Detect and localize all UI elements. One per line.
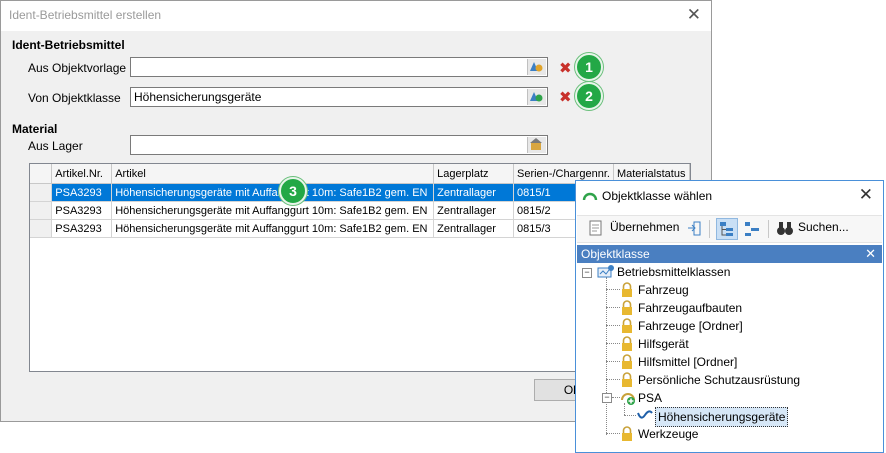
- grid-rowheader-corner: [30, 164, 53, 184]
- lock-icon: [620, 354, 634, 370]
- clear-objektvorlage-icon[interactable]: ✖: [559, 61, 572, 76]
- wave-class-icon: [637, 409, 653, 424]
- cell-artikel: Höhensicherungsgeräte mit Auffanggurt 10…: [111, 219, 435, 238]
- objektklasse-popup: Objektklasse wählen ✕ Übernehmen Suchen.…: [575, 180, 884, 453]
- lock-icon: [620, 300, 634, 316]
- tree-item-hilfsgeraet[interactable]: Hilfsgerät: [638, 335, 689, 353]
- row-selector[interactable]: [30, 183, 53, 202]
- arc-icon: [582, 189, 598, 206]
- lager-pick-button[interactable]: [527, 137, 546, 153]
- dialog-close-button[interactable]: ✕: [687, 5, 701, 25]
- tree-line: [606, 379, 620, 380]
- tree-line: [606, 343, 620, 344]
- shapes-icon: [530, 92, 543, 102]
- tree-line: [606, 289, 620, 290]
- lock-icon: [620, 282, 634, 298]
- lager-field[interactable]: [130, 135, 548, 155]
- dialog-titlebar: Ident-Betriebsmittel erstellen ✕: [1, 1, 711, 31]
- popup-toolbar: Übernehmen Suchen...: [577, 215, 882, 243]
- lock-icon: [620, 372, 634, 388]
- cell-lagerplatz: Zentrallager: [433, 183, 514, 202]
- cell-artikel: Höhensicherungsgeräte mit Auffanggurt 10…: [111, 183, 435, 202]
- objektvorlage-pick-button[interactable]: [527, 59, 546, 75]
- cell-artikelnr: PSA3293: [51, 183, 113, 202]
- toolbar-separator: [768, 220, 769, 238]
- warehouse-icon: [530, 138, 542, 150]
- cell-lagerplatz: Zentrallager: [433, 219, 514, 238]
- cell-artikelnr: PSA3293: [51, 219, 113, 238]
- tree-line: [612, 397, 620, 398]
- tree-view-toggle-icon[interactable]: [716, 218, 738, 240]
- objektklasse-label: Von Objektklasse: [28, 91, 121, 105]
- column-header-artikelnr[interactable]: Artikel.Nr.: [51, 164, 113, 184]
- step-badge-2: 2: [575, 82, 603, 110]
- popup-title: Objektklasse wählen: [602, 189, 713, 203]
- classes-root-icon: [597, 264, 615, 283]
- tree-item-fahrzeugaufbauten[interactable]: Fahrzeugaufbauten: [638, 299, 742, 317]
- popup-close-button[interactable]: ✕: [859, 185, 873, 205]
- column-header-artikel[interactable]: Artikel: [111, 164, 435, 184]
- tree-line: [606, 433, 620, 434]
- tree-item-hoehensicherungsgeraete[interactable]: Höhensicherungsgeräte: [655, 407, 789, 427]
- step-badge-3: 3: [279, 177, 307, 205]
- tree-item-psa[interactable]: PSA: [638, 389, 662, 407]
- tree-collapse-icon[interactable]: −: [602, 393, 612, 403]
- clear-objektklasse-icon[interactable]: ✖: [559, 90, 572, 105]
- shapes-icon: [530, 62, 543, 72]
- column-header-lagerplatz[interactable]: Lagerplatz: [433, 164, 514, 184]
- tree-line: [606, 325, 620, 326]
- dialog-title: Ident-Betriebsmittel erstellen: [9, 8, 162, 22]
- pane-close-icon[interactable]: ✕: [865, 245, 876, 263]
- objektklasse-value: Höhensicherungsgeräte: [134, 90, 262, 104]
- step-badge-1: 1: [575, 53, 603, 81]
- apply-icon: [589, 220, 603, 239]
- cell-lagerplatz: Zentrallager: [433, 201, 514, 220]
- objektklasse-tree: − Betriebsmittelklassen Fahrzeug Fahrzeu…: [577, 263, 882, 453]
- lock-icon: [620, 426, 634, 442]
- tree-item-fahrzeuge-ordner[interactable]: Fahrzeuge [Ordner]: [638, 317, 743, 335]
- cell-artikel: Höhensicherungsgeräte mit Auffanggurt 10…: [111, 201, 435, 220]
- pane-title: Objektklasse: [581, 247, 650, 261]
- list-view-toggle-icon[interactable]: [743, 220, 761, 241]
- apply-button[interactable]: Übernehmen: [610, 220, 679, 234]
- objektklasse-field[interactable]: Höhensicherungsgeräte: [130, 87, 548, 107]
- cell-artikelnr: PSA3293: [51, 201, 113, 220]
- lager-label: Aus Lager: [28, 139, 83, 153]
- section-ident-label: Ident-Betriebsmittel: [12, 38, 125, 52]
- psa-class-icon: [620, 390, 636, 409]
- tree-item-werkzeuge[interactable]: Werkzeuge: [638, 425, 698, 443]
- binoculars-icon: [776, 220, 794, 239]
- lock-icon: [620, 336, 634, 352]
- objektvorlage-label: Aus Objektvorlage: [28, 61, 127, 75]
- tree-line: [606, 277, 607, 435]
- tree-line: [606, 307, 620, 308]
- tree-line: [606, 361, 620, 362]
- pane-header: Objektklasse ✕: [577, 245, 882, 263]
- objektvorlage-field[interactable]: [130, 57, 548, 77]
- lock-icon: [620, 318, 634, 334]
- toolbar-separator: [709, 220, 710, 238]
- tree-item-persoenliche-schutzausruestung[interactable]: Persönliche Schutzausrüstung: [638, 371, 800, 389]
- tree-item-hilfsmittel-ordner[interactable]: Hilfsmittel [Ordner]: [638, 353, 737, 371]
- tree-collapse-icon[interactable]: −: [582, 268, 592, 278]
- tree-root-betriebsmittelklassen[interactable]: Betriebsmittelklassen: [617, 263, 730, 281]
- section-material-label: Material: [12, 122, 58, 136]
- tree-line: [624, 415, 636, 416]
- tree-item-fahrzeug[interactable]: Fahrzeug: [638, 281, 689, 299]
- row-selector[interactable]: [30, 219, 53, 238]
- row-selector[interactable]: [30, 201, 53, 220]
- export-icon[interactable]: [687, 221, 701, 239]
- objektklasse-pick-button[interactable]: [527, 89, 546, 105]
- search-button[interactable]: Suchen...: [798, 220, 849, 234]
